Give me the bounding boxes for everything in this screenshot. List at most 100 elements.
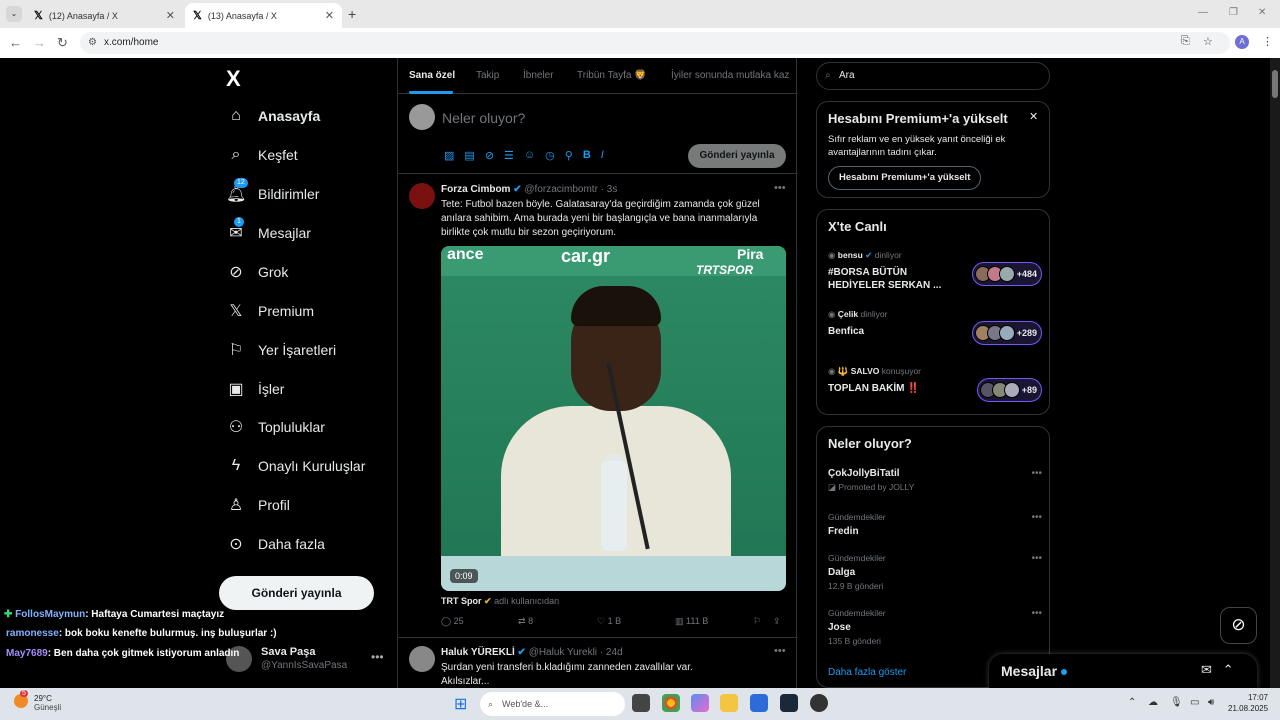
tab-list-1[interactable]: İbneler <box>523 70 554 81</box>
file-explorer-icon[interactable] <box>720 694 738 712</box>
tweet[interactable]: Forza Cimbom ✔ @forzacimbomtr · 3s ••• T… <box>398 176 798 638</box>
network-icon[interactable]: ▭ <box>1190 697 1199 708</box>
more-icon[interactable]: ••• <box>371 650 384 664</box>
task-view-icon[interactable] <box>632 694 650 712</box>
listeners-pill[interactable]: +289 <box>971 321 1042 345</box>
bookmark-icon[interactable]: ⚐ <box>753 616 761 627</box>
show-more-link[interactable]: Daha fazla göster <box>828 667 906 678</box>
bold-icon[interactable]: B <box>583 149 591 162</box>
new-tab-button[interactable]: + <box>348 6 356 22</box>
post-submit-button[interactable]: Gönderi yayınla <box>688 144 786 168</box>
windows-start-icon[interactable]: ⊞ <box>454 694 472 713</box>
emoji-icon[interactable]: ☺ <box>524 149 535 162</box>
close-icon[interactable]: ✕ <box>1029 110 1038 123</box>
more-icon[interactable]: ••• <box>1031 468 1042 479</box>
more-icon[interactable]: ••• <box>774 182 786 194</box>
nav-messages[interactable]: ✉ 1 Mesajlar <box>226 217 311 248</box>
minimize-button[interactable]: — <box>1198 7 1208 18</box>
close-icon[interactable]: ✕ <box>166 9 175 22</box>
poll-icon[interactable]: ☰ <box>504 149 514 162</box>
app-icon[interactable] <box>810 694 828 712</box>
back-icon[interactable]: ← <box>9 35 22 50</box>
trend-item[interactable]: ÇokJollyBiTatil ◪ Promoted by JOLLY ••• <box>828 468 1042 493</box>
system-clock[interactable]: 17:07 21.08.2025 <box>1228 692 1268 714</box>
browser-menu-icon[interactable]: ⋮ <box>1262 35 1273 48</box>
compose-input[interactable]: Neler oluyor? <box>442 110 525 126</box>
views-button[interactable]: ▥ 111 B <box>675 616 708 627</box>
nav-explore[interactable]: ⌕ Keşfet <box>226 140 298 170</box>
copilot-icon[interactable] <box>691 694 709 712</box>
trend-item[interactable]: Gündemdekiler Fredin ••• <box>828 512 1042 537</box>
browser-profile-avatar[interactable]: A <box>1235 35 1249 49</box>
tweet-video[interactable]: ance car.gr Pira TRTSPOR 0:09 <box>441 246 786 591</box>
grok-icon[interactable]: ⊘ <box>485 149 494 162</box>
trend-item[interactable]: Gündemdekiler Jose 135 B gönderi ••• <box>828 608 1042 646</box>
mic-icon[interactable]: 🎙︎ <box>1170 697 1183 708</box>
image-icon[interactable]: ▨ <box>444 149 454 162</box>
trend-item[interactable]: Gündemdekiler Dalga 12,9 B gönderi ••• <box>828 553 1042 591</box>
live-space-item[interactable]: ◉ Çelik dinliyor Benfica +289 <box>828 309 1042 359</box>
tab-following[interactable]: Takip <box>476 70 499 81</box>
cloud-icon[interactable]: ☁ <box>1148 697 1158 708</box>
tray-overflow-icon[interactable]: ⌃ <box>1128 697 1136 708</box>
location-icon[interactable]: ⚲ <box>565 149 573 162</box>
avatar[interactable] <box>409 646 435 672</box>
nav-premium[interactable]: 𝕏 Premium <box>226 296 314 326</box>
avatar[interactable] <box>409 183 435 209</box>
nav-verified-orgs[interactable]: ϟ Onaylı Kuruluşlar <box>226 451 366 481</box>
more-icon[interactable]: ••• <box>774 645 786 657</box>
premium-upgrade-button[interactable]: Hesabını Premium+'a yükselt <box>828 166 982 190</box>
x-logo[interactable]: X <box>226 66 241 92</box>
share-icon[interactable]: ⇪ <box>773 616 781 627</box>
page-scrollbar[interactable] <box>1270 58 1280 688</box>
tweet-author[interactable]: Haluk YÜREKLİ <box>441 647 515 658</box>
gif-icon[interactable]: ▤ <box>464 149 474 162</box>
tab-list-2[interactable]: Tribün Tayfa 🦁 <box>577 70 647 81</box>
store-icon[interactable] <box>750 694 768 712</box>
more-icon[interactable]: ••• <box>1031 553 1042 564</box>
browser-tab-2[interactable]: 𝕏 (13) Anasayfa / X ✕ <box>185 3 342 28</box>
reload-icon[interactable]: ↻ <box>57 35 68 51</box>
new-message-icon[interactable]: ✉ <box>1201 662 1212 677</box>
maximize-button[interactable]: ❐ <box>1229 7 1238 18</box>
nav-jobs[interactable]: ▣ İşler <box>226 374 284 404</box>
forward-icon[interactable]: → <box>33 35 46 50</box>
site-info-icon[interactable]: ⚙ <box>88 32 97 54</box>
close-window-button[interactable]: ✕ <box>1258 7 1266 18</box>
grok-floating-button[interactable]: ⊘ <box>1220 607 1257 644</box>
bookmark-star-icon[interactable]: ☆ <box>1203 35 1213 48</box>
post-button[interactable]: Gönderi yayınla <box>219 576 374 610</box>
video-source[interactable]: TRT Spor ✔ adlı kullanıcıdan <box>441 596 559 607</box>
tweet-author[interactable]: Forza Cimbom <box>441 184 510 195</box>
like-button[interactable]: ♡ 1 B <box>597 616 621 627</box>
expand-icon[interactable]: ⌃ <box>1223 662 1234 677</box>
messages-drawer[interactable]: Mesajlar ✉ ⌃ <box>989 654 1257 688</box>
steam-icon[interactable] <box>780 694 798 712</box>
browser-tab-1[interactable]: 𝕏 (12) Anasayfa / X ✕ <box>26 3 183 28</box>
search-input[interactable]: ⌕ Ara <box>816 62 1050 90</box>
italic-icon[interactable]: I <box>601 149 604 162</box>
more-icon[interactable]: ••• <box>1031 512 1042 523</box>
reply-button[interactable]: ◯ 25 <box>441 616 464 627</box>
nav-grok[interactable]: ⊘ Grok <box>226 257 288 287</box>
listeners-pill[interactable]: +89 <box>976 378 1042 402</box>
scrollbar-thumb[interactable] <box>1272 70 1278 98</box>
tab-search-button[interactable]: ⌄ <box>6 6 22 22</box>
live-space-item[interactable]: ◉ bensu ✔ dinliyor #BORSA BÜTÜN HEDİYELE… <box>828 250 1042 300</box>
tab-list-3[interactable]: İyiler sonunda mutlaka kaz <box>671 70 789 81</box>
chrome-icon[interactable] <box>662 694 680 712</box>
nav-notifications[interactable]: 🔔︎ 12 Bildirimler <box>226 178 319 209</box>
nav-bookmarks[interactable]: ⚐ Yer İşaretleri <box>226 335 336 365</box>
nav-more[interactable]: ⊙ Daha fazla <box>226 529 325 559</box>
taskbar-search[interactable]: ⌕ Web'de &... <box>480 692 625 716</box>
retweet-button[interactable]: ⇄ 8 <box>518 616 533 627</box>
tab-for-you[interactable]: Sana özel <box>409 70 455 81</box>
more-icon[interactable]: ••• <box>1031 608 1042 619</box>
account-switcher[interactable]: Sava Paşa @YannIsSavaPasa ••• <box>226 644 386 678</box>
live-space-item[interactable]: ◉ 🔱 SALVO konuşuyor TOPLAN BAKİM ‼️ +89 <box>828 366 1042 416</box>
listeners-pill[interactable]: +484 <box>971 262 1042 286</box>
nav-home[interactable]: ⌂ Anasayfa <box>226 101 320 131</box>
nav-profile[interactable]: ♙ Profil <box>226 490 290 520</box>
close-icon[interactable]: ✕ <box>325 9 334 22</box>
nav-communities[interactable]: ⚇ Topluluklar <box>226 412 325 442</box>
